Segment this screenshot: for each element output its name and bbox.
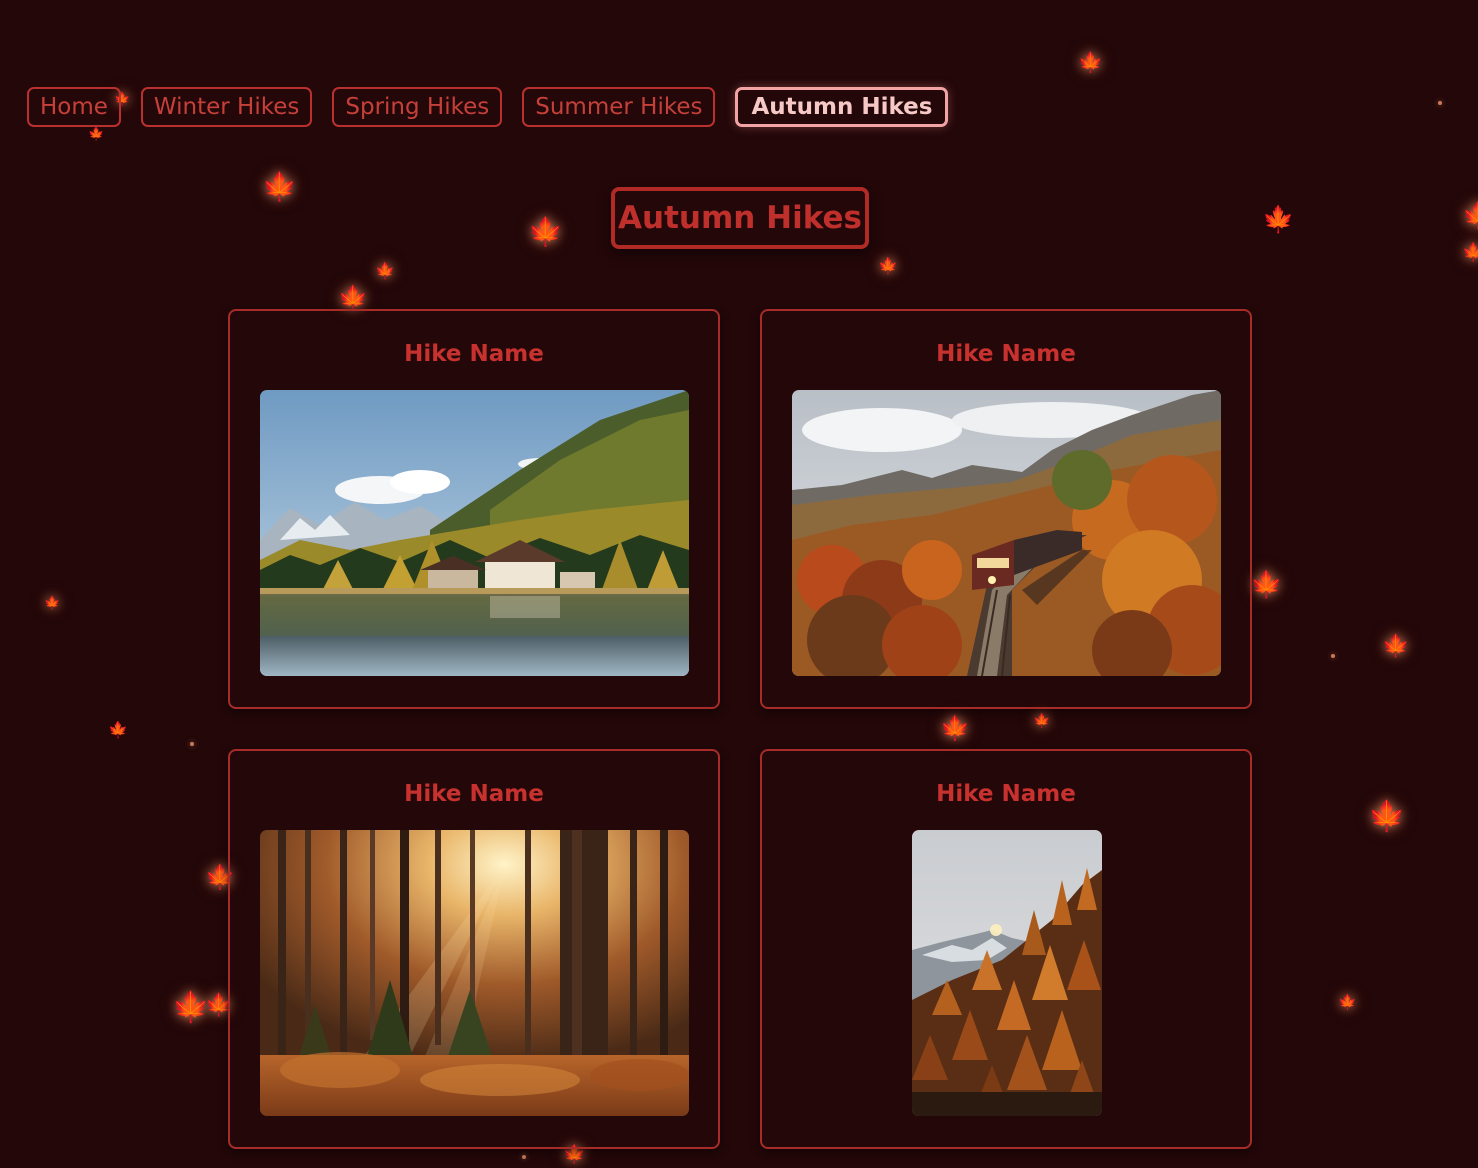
maple-leaf-icon: 🍁: [1262, 205, 1295, 235]
hike-photo: [792, 390, 1221, 676]
hike-photo: [260, 390, 689, 676]
maple-leaf-icon: 🍁: [262, 170, 297, 203]
maple-leaf-icon: 🍁: [375, 261, 395, 280]
hike-card[interactable]: Hike Name: [760, 309, 1252, 709]
maple-leaf-icon: 🍁: [1033, 713, 1051, 729]
leaf-dot: [522, 1155, 526, 1159]
hike-card[interactable]: Hike Name: [760, 749, 1252, 1149]
maple-leaf-icon: 🍁: [1078, 50, 1103, 74]
maple-leaf-icon: 🍁: [108, 720, 128, 739]
hike-card[interactable]: Hike Name: [228, 309, 720, 709]
hike-card-title: Hike Name: [936, 781, 1076, 807]
hike-card-title: Hike Name: [936, 341, 1076, 367]
hike-card[interactable]: Hike Name: [228, 749, 720, 1149]
hike-season-nav: Home Winter Hikes Spring Hikes Summer Hi…: [27, 87, 949, 127]
leaf-dot: [190, 742, 194, 746]
nav-winter-hikes-button[interactable]: Winter Hikes: [140, 87, 313, 127]
nav-summer-hikes-button[interactable]: Summer Hikes: [522, 87, 716, 127]
nav-spring-hikes-button[interactable]: Spring Hikes: [332, 87, 503, 127]
hike-photo: [260, 830, 689, 1116]
hike-card-title: Hike Name: [404, 781, 544, 807]
maple-leaf-icon: 🍁: [1382, 634, 1410, 659]
maple-leaf-icon: 🍁: [44, 596, 61, 611]
maple-leaf-icon: 🍁: [1368, 799, 1406, 834]
leaf-dot: [1331, 654, 1335, 658]
falling-leaves-layer: 🍁 🍁 🍁 🍁 🍁 🍁 🍁 🍁 🍁 🍁 🍁 🍁 🍁 🍁 🍁 🍁 🍁 🍁 🍁 🍁 …: [0, 0, 1478, 1168]
maple-leaf-icon: 🍁: [88, 127, 105, 142]
nav-home-button[interactable]: Home: [27, 87, 121, 127]
hike-card-title: Hike Name: [404, 341, 544, 367]
page-title: Autumn Hikes: [611, 187, 869, 249]
maple-leaf-icon: 🍁: [528, 215, 563, 248]
maple-leaf-icon: 🍁: [172, 990, 210, 1025]
hike-photo: [912, 830, 1102, 1116]
maple-leaf-icon: 🍁: [940, 714, 970, 742]
maple-leaf-icon: 🍁: [1462, 242, 1478, 263]
maple-leaf-icon: 🍁: [338, 284, 368, 312]
maple-leaf-icon: 🍁: [1462, 203, 1478, 229]
maple-leaf-icon: 🍁: [1250, 570, 1283, 600]
leaf-dot: [1438, 101, 1442, 105]
maple-leaf-icon: 🍁: [1338, 993, 1357, 1011]
nav-autumn-hikes-button[interactable]: Autumn Hikes: [735, 87, 949, 127]
maple-leaf-icon: 🍁: [878, 256, 898, 275]
